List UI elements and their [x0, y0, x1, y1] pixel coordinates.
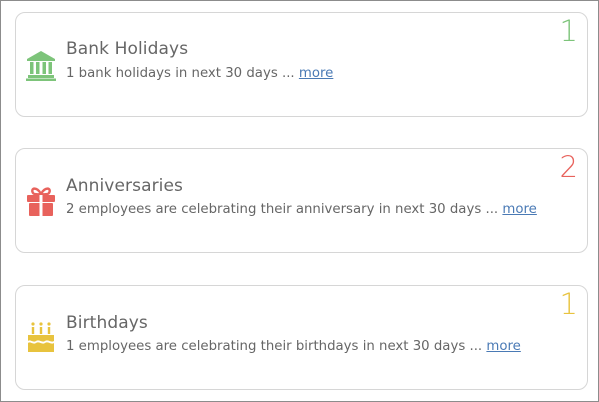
bank-holidays-description-text: 1 bank holidays in next 30 days ... [66, 66, 299, 81]
anniversaries-card: Anniversaries 2 employees are celebratin… [15, 148, 588, 253]
anniversaries-count: 2 [559, 150, 578, 184]
gift-icon [26, 185, 56, 217]
anniversaries-description: 2 employees are celebrating their annive… [66, 202, 537, 217]
bank-holidays-more-link[interactable]: more [299, 66, 333, 81]
dashboard-panel: Bank Holidays 1 bank holidays in next 30… [0, 0, 599, 402]
bank-holidays-count: 1 [559, 14, 578, 48]
anniversaries-description-text: 2 employees are celebrating their annive… [66, 202, 503, 217]
bank-holidays-description: 1 bank holidays in next 30 days ... more [66, 66, 333, 81]
birthdays-description-text: 1 employees are celebrating their birthd… [66, 339, 487, 354]
birthdays-count: 1 [559, 287, 578, 321]
bank-holidays-title: Bank Holidays [66, 39, 189, 59]
birthdays-title: Birthdays [66, 313, 148, 333]
anniversaries-more-link[interactable]: more [502, 202, 536, 217]
anniversaries-title: Anniversaries [66, 176, 184, 196]
birthdays-more-link[interactable]: more [486, 339, 520, 354]
birthday-cake-icon [26, 321, 56, 353]
birthdays-description: 1 employees are celebrating their birthd… [66, 339, 521, 354]
birthdays-card: Birthdays 1 employees are celebrating th… [15, 285, 588, 390]
bank-icon [26, 49, 56, 81]
bank-holidays-card: Bank Holidays 1 bank holidays in next 30… [15, 12, 588, 117]
